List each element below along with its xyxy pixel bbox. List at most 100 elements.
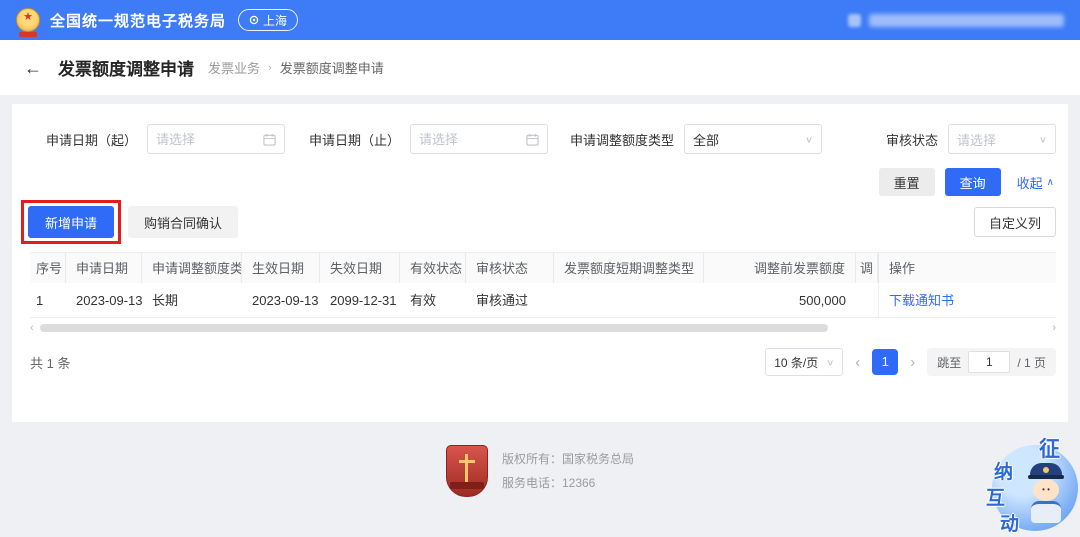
emblem-ribbon: [19, 32, 37, 37]
cell-adjust-type: 长期: [142, 283, 242, 318]
cell-valid-status: 有效: [400, 283, 466, 318]
download-notice-link[interactable]: 下载通知书: [889, 293, 954, 308]
chevron-down-icon: ∨: [805, 134, 813, 144]
red-highlight-annotation: 新增申请: [21, 200, 121, 244]
custom-columns-button[interactable]: 自定义列: [974, 207, 1056, 237]
officer-face: [1033, 479, 1059, 501]
cell-pre-adjust-quota: 500,000: [704, 283, 856, 318]
filter-date-start: 申请日期（起）: [46, 124, 285, 154]
filter-date-end-label: 申请日期（止）: [309, 130, 400, 149]
jump-label: 跳至: [937, 354, 961, 371]
header-expire-date: 失效日期: [320, 252, 400, 283]
location-pin-icon: [249, 15, 259, 25]
page-title: 发票额度调整申请: [58, 55, 194, 80]
contract-confirm-button[interactable]: 购销合同确认: [128, 206, 238, 238]
pagination-controls: 10 条/页 ∨ ‹ 1 › 跳至 / 1 页: [765, 348, 1056, 376]
cell-short-term-type: [554, 283, 704, 318]
next-page-button[interactable]: ›: [908, 354, 917, 371]
breadcrumb-current: 发票额度调整申请: [280, 58, 384, 77]
header-valid-status: 有效状态: [400, 252, 466, 283]
tax-bureau-shield-logo: [446, 445, 488, 497]
scroll-right-arrow-icon[interactable]: ›: [1048, 323, 1056, 333]
cell-expire-date: 2099-12-31: [320, 283, 400, 318]
horizontal-scrollbar[interactable]: ‹ ›: [30, 323, 1056, 333]
header-audit-status: 审核状态: [466, 252, 554, 283]
audit-status-select[interactable]: 请选择 ∨: [948, 124, 1056, 154]
location-label: 上海: [263, 12, 287, 29]
cell-action: 下载通知书: [878, 283, 1056, 318]
service-phone-line: 服务电话：12366: [502, 471, 634, 495]
collapse-link[interactable]: 收起 ∧: [1017, 173, 1054, 192]
chevron-up-icon: ∧: [1047, 177, 1054, 188]
mascot-char-dong: 动: [1000, 509, 1019, 536]
table-header-row: 序号 申请日期 申请调整额度类型 生效日期 失效日期 有效状态 审核状态 发票额…: [30, 252, 1056, 283]
page-size-select[interactable]: 10 条/页 ∨: [765, 348, 843, 376]
main-content-card: 申请日期（起） 申请日期（止）: [12, 104, 1068, 422]
date-start-input[interactable]: [147, 124, 285, 154]
query-button[interactable]: 查询: [945, 168, 1001, 196]
header-short-term-type: 发票额度短期调整类型: [554, 252, 704, 283]
page-footer: 版权所有：国家税务总局 服务电话：12366: [0, 445, 1080, 497]
scrollbar-thumb[interactable]: [40, 324, 828, 332]
filter-actions-row: 重置 查询 收起 ∧: [12, 154, 1068, 196]
scrollbar-track[interactable]: [38, 324, 1048, 332]
cell-clipped-column: [856, 283, 878, 318]
header-action: 操作: [878, 252, 1056, 283]
adjust-type-select[interactable]: 全部 ∨: [684, 124, 822, 154]
cell-effective-date: 2023-09-13: [242, 283, 320, 318]
filter-adjust-type-label: 申请调整额度类型: [570, 130, 674, 149]
audit-status-placeholder: 请选择: [957, 130, 996, 149]
page-jump-group: 跳至 / 1 页: [927, 348, 1056, 376]
top-header-bar: 全国统一规范电子税务局 上海: [0, 0, 1080, 40]
collapse-label: 收起: [1017, 173, 1043, 192]
calendar-icon[interactable]: [263, 133, 276, 146]
tax-interaction-mascot-widget[interactable]: 征 纳 互 动: [980, 433, 1080, 537]
officer-body: [1031, 501, 1061, 523]
filter-adjust-type: 申请调整额度类型 全部 ∨: [570, 124, 822, 154]
mascot-char-na: 纳: [994, 457, 1013, 484]
total-pages-label: / 1 页: [1017, 354, 1046, 371]
footer-text: 版权所有：国家税务总局 服务电话：12366: [502, 447, 634, 495]
header-seq: 序号: [30, 252, 66, 283]
jump-page-input[interactable]: [968, 351, 1010, 373]
reset-button[interactable]: 重置: [879, 168, 935, 196]
chevron-down-icon: ∨: [826, 357, 834, 367]
filter-audit-status-label: 审核状态: [886, 130, 938, 149]
current-page-button[interactable]: 1: [872, 349, 898, 375]
header-clipped-column: 调: [856, 252, 878, 283]
filter-audit-status: 审核状态 请选择 ∨: [886, 124, 1056, 154]
filter-date-end: 申请日期（止）: [309, 124, 548, 154]
location-selector[interactable]: 上海: [238, 9, 298, 31]
national-emblem-logo: [16, 8, 40, 32]
user-info-area[interactable]: [848, 14, 1064, 27]
pagination-bar: 共 1 条 10 条/页 ∨ ‹ 1 › 跳至 / 1 页: [30, 348, 1056, 376]
table-row: 1 2023-09-13 长期 2023-09-13 2099-12-31 有效…: [30, 283, 1056, 318]
redacted-user-name: [869, 14, 1064, 27]
breadcrumb-parent[interactable]: 发票业务: [208, 58, 260, 77]
date-start-field[interactable]: [156, 132, 263, 147]
page-size-value: 10 条/页: [774, 354, 818, 371]
adjust-type-value: 全部: [693, 130, 719, 149]
back-arrow-icon[interactable]: ←: [24, 59, 42, 77]
header-effective-date: 生效日期: [242, 252, 320, 283]
scroll-left-arrow-icon[interactable]: ‹: [30, 323, 38, 333]
cell-apply-date: 2023-09-13: [66, 283, 142, 318]
header-pre-adjust-quota: 调整前发票额度: [704, 252, 856, 283]
user-icon: [848, 14, 861, 27]
tax-officer-cartoon: [1024, 463, 1068, 527]
calendar-icon[interactable]: [526, 133, 539, 146]
mascot-char-zheng: 征: [1039, 433, 1060, 463]
applications-table: 序号 申请日期 申请调整额度类型 生效日期 失效日期 有效状态 审核状态 发票额…: [30, 252, 1056, 318]
total-count-label: 共 1 条: [30, 353, 70, 372]
date-end-field[interactable]: [419, 132, 526, 147]
breadcrumb-bar: ← 发票额度调整申请 发票业务 › 发票额度调整申请: [0, 40, 1080, 95]
header-adjust-type: 申请调整额度类型: [142, 252, 242, 283]
filter-date-start-label: 申请日期（起）: [46, 130, 137, 149]
site-title: 全国统一规范电子税务局: [50, 10, 226, 31]
breadcrumb: 发票业务 › 发票额度调整申请: [208, 58, 384, 77]
new-application-button[interactable]: 新增申请: [28, 206, 114, 238]
prev-page-button[interactable]: ‹: [853, 354, 862, 371]
copyright-line: 版权所有：国家税务总局: [502, 447, 634, 471]
date-end-input[interactable]: [410, 124, 548, 154]
shield-band: [450, 482, 484, 489]
